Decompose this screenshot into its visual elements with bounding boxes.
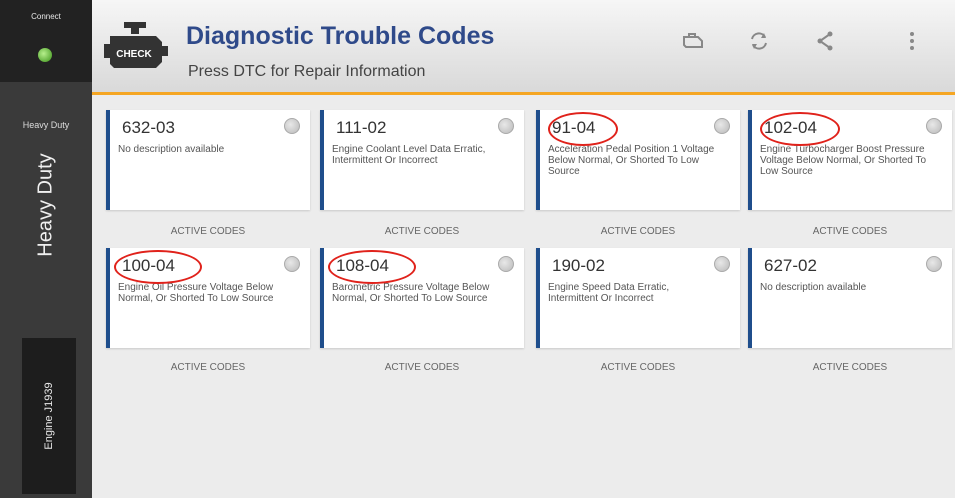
sidebar: Connect Heavy Duty Heavy Duty Engine J19… xyxy=(0,0,92,498)
dtc-code: 111-02 xyxy=(336,118,387,137)
dtc-status: ACTIVE CODES xyxy=(384,226,460,237)
engine-icon[interactable] xyxy=(680,31,706,57)
select-radio-icon[interactable] xyxy=(284,256,300,272)
connect-label: Connect xyxy=(31,12,61,21)
dtc-code: 91-04 xyxy=(552,118,596,137)
dtc-description: Barometric Pressure Voltage Below Normal… xyxy=(332,282,490,304)
dtc-description: Engine Coolant Level Data Erratic, Inter… xyxy=(332,144,486,166)
protocol-label: Engine J1939 xyxy=(43,382,55,450)
dtc-card[interactable]: 91-04 Acceleration Pedal Position 1 Volt… xyxy=(536,110,740,210)
page-title: Diagnostic Trouble Codes xyxy=(186,22,495,50)
dtc-card[interactable]: 102-04 Engine Turbocharger Boost Pressur… xyxy=(748,110,952,210)
more-vertical-icon[interactable] xyxy=(908,31,916,57)
dtc-description: No description available xyxy=(760,282,867,293)
dtc-card[interactable]: 627-02 No description available xyxy=(748,248,952,348)
dtc-status: ACTIVE CODES xyxy=(812,226,888,237)
connect-button[interactable]: Connect xyxy=(0,0,92,82)
dtc-code: 108-04 xyxy=(336,256,389,275)
dtc-description: Engine Speed Data Erratic, Intermittent … xyxy=(548,282,670,304)
select-radio-icon[interactable] xyxy=(284,118,300,134)
select-radio-icon[interactable] xyxy=(714,256,730,272)
check-icon-text: CHECK xyxy=(116,49,152,60)
connection-status-indicator-icon xyxy=(38,48,52,62)
dtc-card[interactable]: 111-02 Engine Coolant Level Data Erratic… xyxy=(320,110,524,210)
header: CHECK Diagnostic Trouble Codes Press DTC… xyxy=(92,0,955,95)
dtc-code: 102-04 xyxy=(764,118,817,137)
select-radio-icon[interactable] xyxy=(498,118,514,134)
dtc-code: 632-03 xyxy=(122,118,175,137)
select-radio-icon[interactable] xyxy=(926,256,942,272)
dtc-status: ACTIVE CODES xyxy=(170,226,246,237)
mode-label-small: Heavy Duty xyxy=(22,120,70,130)
select-radio-icon[interactable] xyxy=(926,118,942,134)
select-radio-icon[interactable] xyxy=(714,118,730,134)
dtc-description: Engine Turbocharger Boost Pressure Volta… xyxy=(760,144,927,177)
dtc-status: ACTIVE CODES xyxy=(170,362,246,373)
dtc-card[interactable]: 108-04 Barometric Pressure Voltage Below… xyxy=(320,248,524,348)
protocol-button[interactable]: Engine J1939 xyxy=(22,338,76,494)
share-icon[interactable] xyxy=(816,31,834,57)
dtc-description: Engine Oil Pressure Voltage Below Normal… xyxy=(118,282,274,304)
dtc-description: No description available xyxy=(118,144,225,155)
dtc-description: Acceleration Pedal Position 1 Voltage Be… xyxy=(548,144,715,177)
dtc-status: ACTIVE CODES xyxy=(384,362,460,373)
dtc-code: 190-02 xyxy=(552,256,605,275)
mode-selector[interactable]: Heavy Duty xyxy=(35,153,58,256)
dtc-card[interactable]: 190-02 Engine Speed Data Erratic, Interm… xyxy=(536,248,740,348)
dtc-status: ACTIVE CODES xyxy=(812,362,888,373)
dtc-card[interactable]: 632-03 No description available xyxy=(106,110,310,210)
dtc-card[interactable]: 100-04 Engine Oil Pressure Voltage Below… xyxy=(106,248,310,348)
page-subtitle: Press DTC for Repair Information xyxy=(188,63,426,80)
dtc-status: ACTIVE CODES xyxy=(600,362,676,373)
refresh-icon[interactable] xyxy=(748,31,770,57)
check-engine-icon: CHECK xyxy=(104,22,168,68)
dtc-code: 627-02 xyxy=(764,256,817,275)
select-radio-icon[interactable] xyxy=(498,256,514,272)
dtc-code: 100-04 xyxy=(122,256,175,275)
dtc-status: ACTIVE CODES xyxy=(600,226,676,237)
